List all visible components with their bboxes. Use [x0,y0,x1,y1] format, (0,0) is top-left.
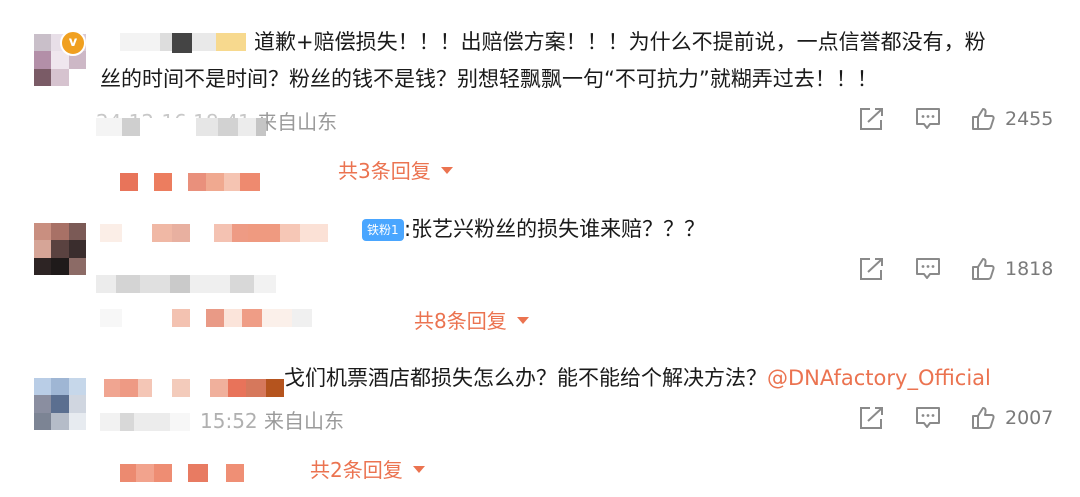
meta-redaction [100,413,190,431]
replies-label: 共3条回复 [338,159,431,183]
comment-icon [916,407,940,428]
comment-meta: 15:52 来自山东 [200,405,344,434]
meta-redaction [96,118,266,136]
comment-time: 15:52 [200,409,258,433]
like-button[interactable]: 2455 [970,106,1053,132]
caret-down-icon [412,466,425,473]
username-redacted[interactable] [100,224,328,242]
reply-preview-redacted [100,309,312,327]
replies-toggle[interactable]: 共8条回复 [414,305,529,334]
meta-redaction [96,275,276,293]
comment-text-continued: 丝的时间不是时间？粉丝的钱不是钱？别想轻飘飘一句“不可抗力”就糊弄过去！！！ [100,67,878,91]
replies-toggle[interactable]: 共2条回复 [310,454,425,483]
share-icon [860,108,883,130]
avatar[interactable] [34,223,86,275]
caret-down-icon [440,167,453,174]
like-count: 1818 [1005,258,1054,280]
replies-toggle[interactable]: 共3条回复 [338,155,453,184]
like-icon [972,108,995,130]
reply-button[interactable] [914,106,942,132]
fan-badge: 铁粉1 [362,219,404,241]
comment-actions: 2007 [858,405,1053,431]
reply-button[interactable] [914,405,942,431]
like-button[interactable]: 1818 [970,256,1053,282]
avatar[interactable] [34,378,86,430]
username-redacted[interactable] [100,33,246,53]
share-button[interactable] [858,106,886,132]
reply-preview-redacted [120,173,260,191]
comment-actions: 2455 [858,106,1053,132]
share-button[interactable] [858,256,886,282]
like-button[interactable]: 2007 [970,405,1053,431]
replies-label: 共8条回复 [414,309,507,333]
comment-icon [916,108,940,129]
comment-item: 铁粉1 :张艺兴粉丝的损失谁来赔？？？ 1818 共8条回复 [0,195,1080,345]
reply-preview-redacted [120,464,244,482]
like-count: 2007 [1005,407,1054,429]
like-count: 2455 [1005,108,1054,130]
comment-icon [916,258,940,279]
mention-link[interactable]: @DNAfactory_Official [767,366,991,390]
share-icon [860,407,883,429]
comment-text: 戈们机票酒店都损失怎么办？能不能给个解决方法？@DNAfactory_Offic… [284,366,991,390]
share-button[interactable] [858,405,886,431]
replies-label: 共2条回复 [310,458,403,482]
share-icon [860,258,883,280]
verified-badge-icon: v [60,30,86,56]
caret-down-icon [516,317,529,324]
comment-location: 来自山东 [264,409,344,433]
comment-item: 戈们机票酒店都损失怎么办？能不能给个解决方法？@DNAfactory_Offic… [0,345,1080,497]
comment-actions: 1818 [858,256,1053,282]
like-icon [972,407,995,429]
username-redacted[interactable] [104,379,284,397]
comment-item: v 道歉+赔偿损失！！！出赔偿方案！！！为什么不提前说，一点信誉都没有，粉 丝的… [0,0,1080,195]
comment-location: 来自山东 [257,110,338,134]
comment-text: :张艺兴粉丝的损失谁来赔？？？ [404,217,706,241]
like-icon [972,258,995,280]
reply-button[interactable] [914,256,942,282]
comment-text: 道歉+赔偿损失！！！出赔偿方案！！！为什么不提前说，一点信誉都没有，粉 [254,30,986,54]
